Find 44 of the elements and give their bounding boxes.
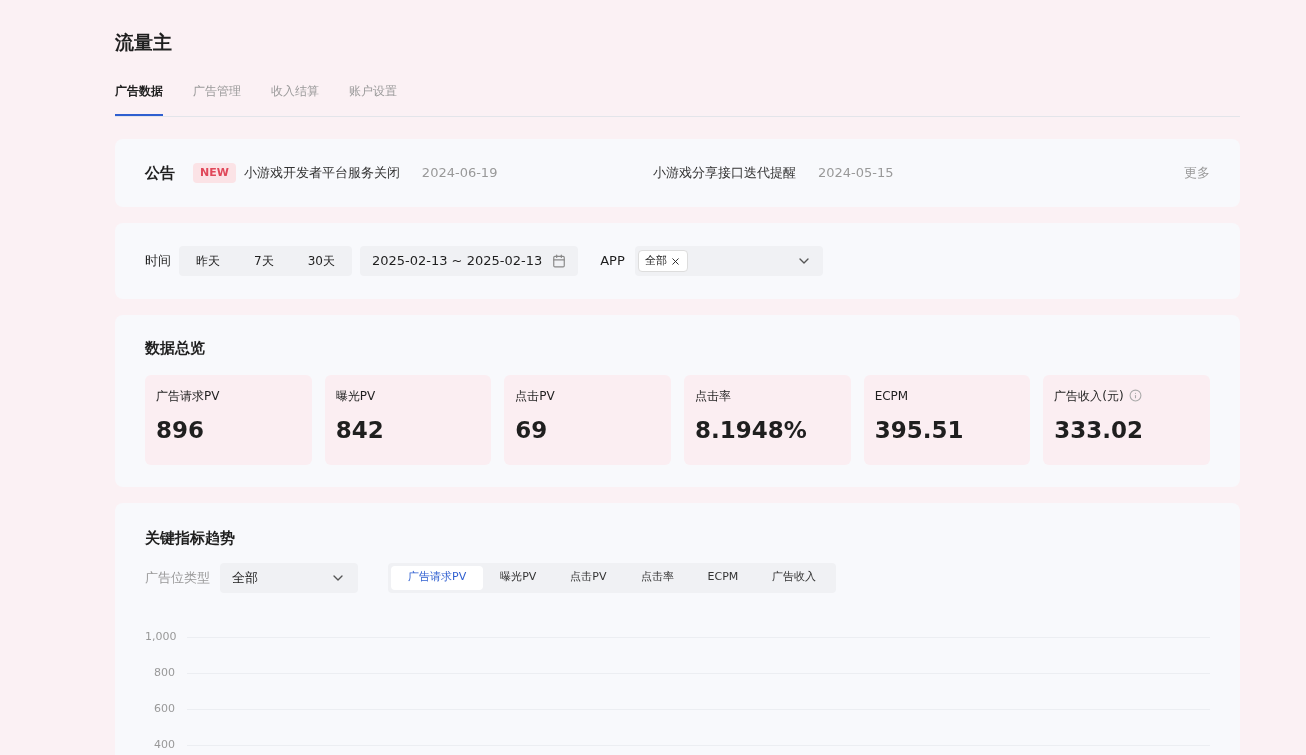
slot-type-label: 广告位类型	[145, 568, 210, 587]
metric-value: 842	[335, 415, 385, 445]
app-label: APP	[600, 252, 625, 271]
app-tag: 全部	[637, 250, 688, 272]
metric-label: 点击率	[695, 387, 731, 405]
metric-value: 896	[156, 415, 205, 445]
new-badge: NEW	[193, 162, 236, 184]
y-axis-label: 400	[153, 737, 175, 754]
announcement-link[interactable]: 小游戏开发者平台服务关闭	[243, 163, 400, 183]
metric-tab[interactable]: ECPM	[690, 565, 756, 590]
metric-value: 69	[515, 415, 549, 445]
metric-label: 曝光PV	[335, 387, 376, 405]
calendar-icon	[552, 254, 567, 268]
app-select[interactable]: 全部	[634, 246, 823, 276]
overview-title: 数据总览	[145, 338, 206, 359]
metric-label: 广告收入(元)	[1054, 387, 1124, 405]
metric-label: 广告请求PV	[156, 387, 220, 405]
range-button[interactable]: 30天	[290, 246, 352, 276]
trend-title: 关键指标趋势	[145, 528, 236, 549]
metric-value: 395.51	[874, 415, 965, 445]
announcement-date: 2024-06-19	[421, 164, 498, 183]
y-axis-label: 600	[153, 701, 175, 718]
metric-value: 8.1948%	[695, 415, 808, 445]
slot-type-select[interactable]: 全部	[220, 562, 358, 593]
range-button[interactable]: 7天	[237, 246, 291, 276]
metric-tab[interactable]: 广告请求PV	[391, 565, 484, 590]
metric-label: ECPM	[874, 387, 909, 405]
metric-tab[interactable]: 点击率	[623, 565, 691, 590]
metric-tab[interactable]: 广告收入	[755, 565, 834, 590]
date-range-field[interactable]: 2025-02-13 ~ 2025-02-13	[359, 246, 579, 276]
announcement-title: 公告	[145, 162, 175, 184]
metric-tab[interactable]: 曝光PV	[483, 565, 554, 590]
time-label: 时间	[145, 252, 171, 271]
close-icon[interactable]	[669, 255, 681, 267]
nav-tab[interactable]: 广告数据	[115, 82, 163, 116]
metric-label: 点击PV	[515, 387, 555, 405]
metric-value: 333.02	[1054, 415, 1145, 445]
page-title: 流量主	[115, 30, 173, 55]
y-axis-label: 1,000	[145, 629, 175, 646]
range-button[interactable]: 昨天	[179, 246, 237, 276]
announcement-date: 2024-05-15	[818, 164, 894, 183]
metric-tab[interactable]: 点击PV	[553, 565, 624, 590]
y-axis-label: 800	[153, 665, 175, 682]
announcement-link[interactable]: 小游戏分享接口迭代提醒	[653, 163, 796, 183]
